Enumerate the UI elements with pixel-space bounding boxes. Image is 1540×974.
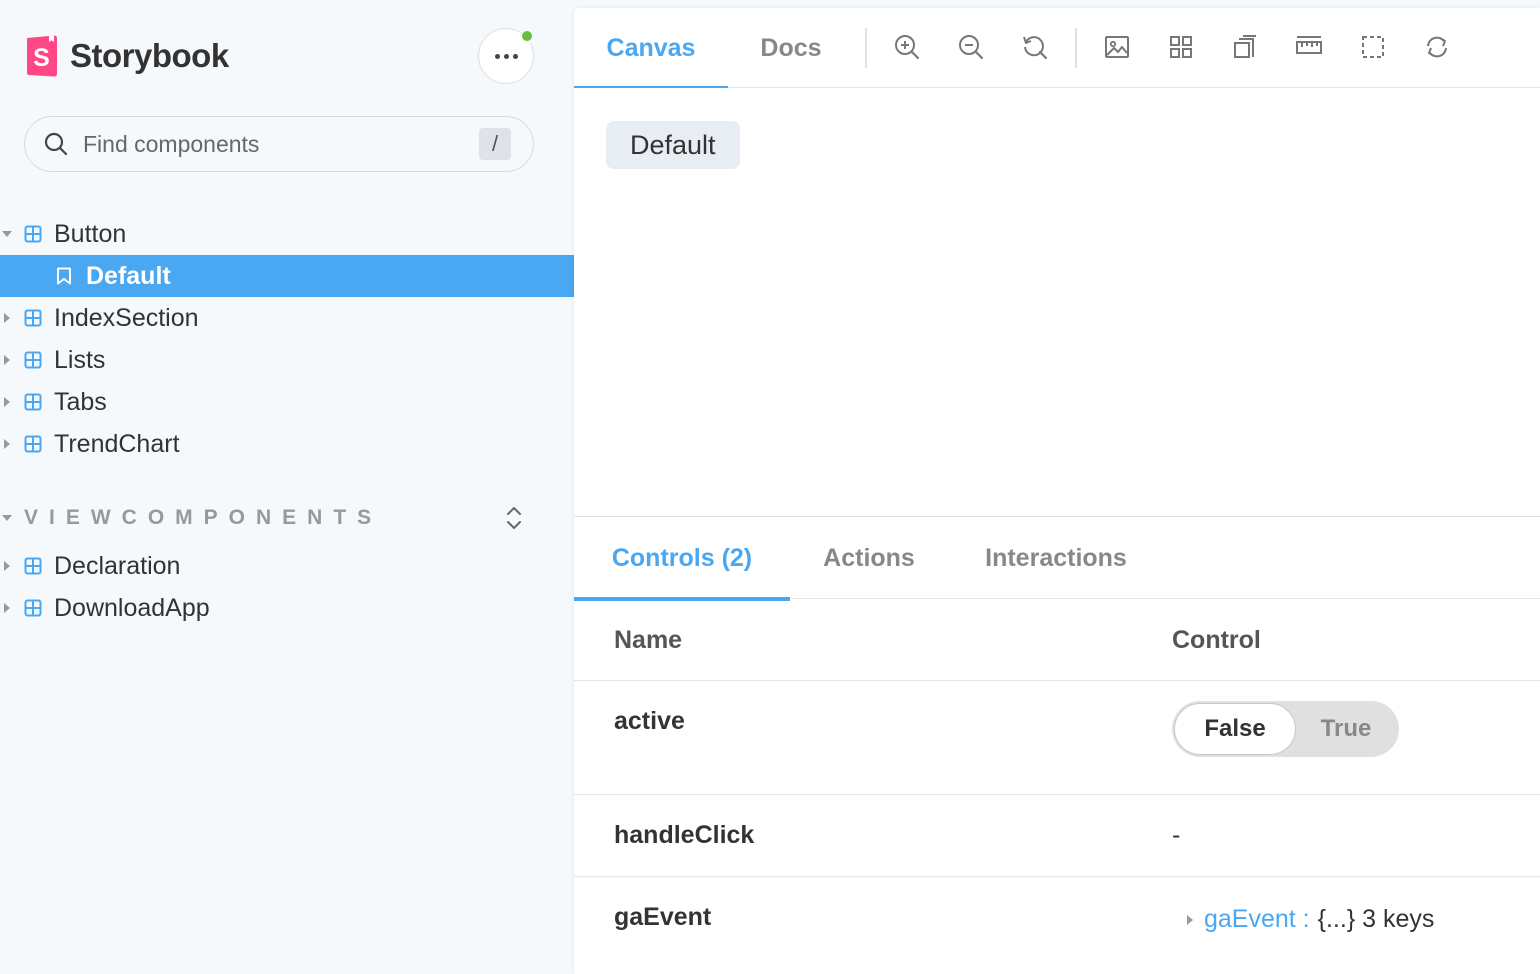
arg-name: active bbox=[614, 707, 685, 735]
ellipsis-icon bbox=[494, 53, 518, 59]
zoom-in-button[interactable] bbox=[892, 32, 922, 62]
grid-icon bbox=[1170, 36, 1192, 58]
tree-item-trendchart[interactable]: TrendChart bbox=[0, 423, 180, 465]
zoom-reset-icon bbox=[1023, 36, 1048, 60]
caret-right-icon bbox=[4, 313, 10, 323]
measure-icon bbox=[1296, 36, 1322, 54]
component-icon bbox=[24, 435, 42, 453]
toggle-option-true[interactable]: True bbox=[1296, 703, 1396, 755]
background-button[interactable] bbox=[1102, 32, 1132, 62]
tree-item-label: IndexSection bbox=[54, 303, 199, 332]
tree-item-label: DownloadApp bbox=[54, 593, 210, 622]
table-row: gaEvent gaEvent : {...} 3 keys bbox=[574, 877, 1540, 974]
caret-right-icon bbox=[4, 603, 10, 613]
toolbar-divider bbox=[865, 28, 867, 68]
column-header-name: Name bbox=[614, 625, 683, 654]
search-shortcut-key: / bbox=[479, 128, 511, 160]
component-icon bbox=[24, 393, 42, 411]
section-header-viewcomponents[interactable]: VIEWCOMPONENTS bbox=[0, 502, 574, 534]
canvas-preview: Default bbox=[574, 88, 1540, 516]
outline-icon bbox=[1362, 36, 1384, 58]
tree-item-label: Tabs bbox=[54, 387, 107, 416]
object-control[interactable]: gaEvent : {...} 3 keys bbox=[1186, 905, 1434, 934]
remount-button[interactable] bbox=[1422, 32, 1452, 62]
tab-interactions[interactable]: Interactions bbox=[948, 517, 1164, 599]
controls-table-header: Name Control bbox=[574, 599, 1540, 681]
zoom-in-icon bbox=[895, 35, 920, 60]
preview-default-button[interactable]: Default bbox=[606, 121, 740, 169]
toolbar-divider bbox=[1075, 28, 1077, 68]
column-header-control: Control bbox=[1172, 625, 1261, 654]
caret-right-icon[interactable] bbox=[1186, 914, 1194, 926]
toggle-option-false[interactable]: False bbox=[1174, 703, 1296, 755]
viewport-icon bbox=[1234, 35, 1256, 58]
tree-item-label: Lists bbox=[54, 345, 106, 374]
toolbar: Canvas Docs bbox=[574, 8, 1540, 90]
object-summary: {...} 3 keys bbox=[1317, 905, 1435, 933]
tree-item-declaration[interactable]: Declaration bbox=[0, 545, 180, 587]
tree-item-label: Default bbox=[86, 261, 171, 290]
tree-item-tabs[interactable]: Tabs bbox=[0, 381, 107, 423]
tree-item-label: Button bbox=[54, 219, 127, 248]
component-icon bbox=[24, 557, 42, 575]
sidebar: S Storybook / Button Default IndexSectio… bbox=[0, 0, 574, 974]
tree-item-button[interactable]: Button bbox=[0, 213, 126, 255]
outline-button[interactable] bbox=[1358, 32, 1388, 62]
object-key[interactable]: gaEvent : bbox=[1204, 905, 1310, 934]
table-row: active False True bbox=[574, 681, 1540, 795]
component-icon bbox=[24, 309, 42, 327]
zoom-out-icon bbox=[959, 35, 984, 60]
tree-item-default-story[interactable]: Default bbox=[0, 255, 574, 297]
bookmark-icon bbox=[57, 267, 71, 285]
arg-control-value: - bbox=[1172, 821, 1181, 849]
zoom-reset-button[interactable] bbox=[1020, 32, 1050, 62]
status-dot-icon bbox=[520, 29, 534, 43]
arg-name: handleClick bbox=[614, 821, 755, 849]
zoom-out-button[interactable] bbox=[956, 32, 986, 62]
caret-down-icon bbox=[2, 231, 12, 237]
measure-button[interactable] bbox=[1294, 32, 1324, 62]
tree-item-downloadapp[interactable]: DownloadApp bbox=[0, 587, 210, 629]
tree-item-label: Declaration bbox=[54, 551, 181, 580]
tree-item-lists[interactable]: Lists bbox=[0, 339, 105, 381]
arg-name: gaEvent bbox=[614, 903, 712, 931]
storybook-logo-icon: S bbox=[27, 35, 57, 77]
brand-name: Storybook bbox=[70, 37, 229, 74]
tab-controls[interactable]: Controls (2) bbox=[574, 517, 790, 601]
addons-panel: Controls (2) Actions Interactions Name C… bbox=[574, 516, 1540, 974]
caret-down-icon bbox=[2, 515, 12, 521]
grid-button[interactable] bbox=[1166, 32, 1196, 62]
sidebar-menu-button[interactable] bbox=[478, 28, 534, 84]
background-icon bbox=[1105, 36, 1129, 58]
viewport-button[interactable] bbox=[1230, 32, 1260, 62]
tree-item-label: TrendChart bbox=[54, 429, 180, 458]
tab-docs[interactable]: Docs bbox=[728, 8, 854, 88]
main-panel: Canvas Docs Default Controls (2) Actions… bbox=[574, 8, 1540, 974]
caret-right-icon bbox=[4, 397, 10, 407]
tree-item-indexsection[interactable]: IndexSection bbox=[0, 297, 199, 339]
search-input[interactable] bbox=[83, 130, 479, 158]
tab-canvas[interactable]: Canvas bbox=[574, 8, 728, 90]
expand-collapse-icon[interactable] bbox=[504, 504, 524, 532]
boolean-toggle[interactable]: False True bbox=[1172, 701, 1399, 757]
tab-actions[interactable]: Actions bbox=[790, 517, 948, 599]
addon-tabs: Controls (2) Actions Interactions bbox=[574, 517, 1540, 601]
caret-right-icon bbox=[4, 355, 10, 365]
component-icon bbox=[24, 351, 42, 369]
remount-icon bbox=[1427, 36, 1447, 58]
search-icon bbox=[44, 132, 68, 156]
component-icon bbox=[24, 599, 42, 617]
section-title: VIEWCOMPONENTS bbox=[24, 506, 383, 529]
svg-text:S: S bbox=[33, 44, 50, 72]
brand[interactable]: S Storybook bbox=[24, 34, 229, 78]
caret-right-icon bbox=[4, 561, 10, 571]
table-row: handleClick - bbox=[574, 795, 1540, 877]
search-box[interactable]: / bbox=[24, 116, 534, 172]
caret-right-icon bbox=[4, 439, 10, 449]
component-icon bbox=[24, 225, 42, 243]
